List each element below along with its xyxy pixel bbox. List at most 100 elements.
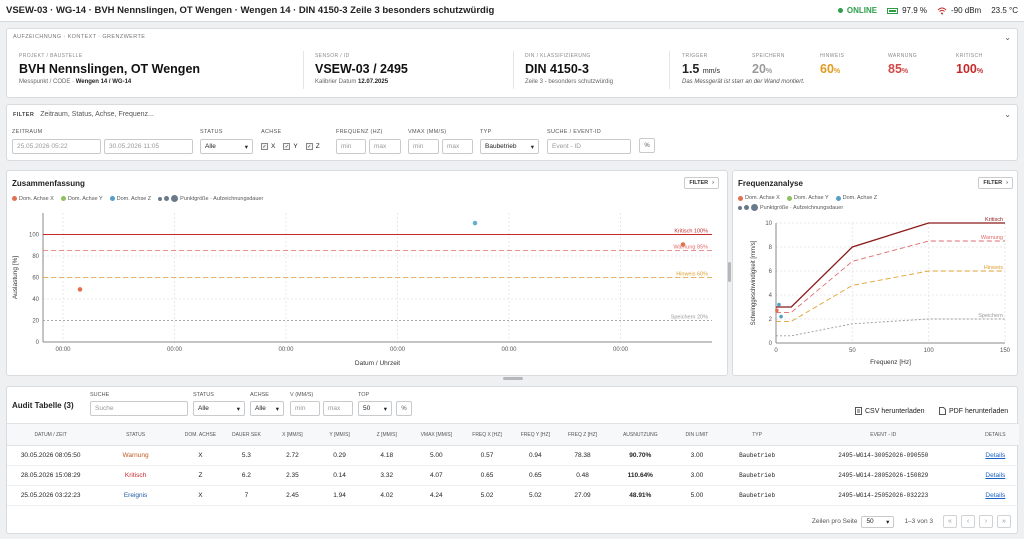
pdf-download-button[interactable]: PDF herunterladen [939,407,1008,415]
legend-item-z: Dom. Achse Z [835,195,877,201]
cell-din: 3.00 [674,445,720,466]
vertical-resize-handle[interactable] [728,262,731,282]
frequency-filter-button[interactable]: FILTER › [978,177,1013,189]
details-link[interactable]: Details [985,452,1005,459]
data-point [777,302,781,307]
din-block: DIN / KLASSIFIZIERUNG DIN 4150-3 Zeile 3… [525,53,613,85]
next-page-button[interactable]: › [979,515,993,528]
vmax-min-input[interactable]: min [408,139,439,154]
axis-z-checkbox[interactable]: ✓ Z [305,139,320,154]
x-tick-label: 0 [774,348,778,354]
details-link[interactable]: Details [985,492,1005,499]
table-body: 30.05.2026 08:05:50 Warnung X 5.3 2.72 0.29 4.… [7,445,1019,506]
online-label: ONLINE [846,6,878,15]
cell-vmax: 4.24 [410,485,463,506]
audit-search-input[interactable]: Suche [90,401,188,416]
cell-axis: Z [176,465,225,486]
axis-x-checkbox[interactable]: ✓ X [261,139,275,154]
battery-status: 97.9 % [887,6,927,15]
y-tick-label: 0 [36,340,40,346]
cell-aus: 110.64% [606,465,675,486]
x-tick-label: 00:00 [167,347,183,353]
audit-v-min-input[interactable]: min [290,401,320,416]
freq-min-input[interactable]: min [336,139,366,154]
speichern-value: 20 [752,62,766,76]
x-tick-label: 00:00 [390,347,406,353]
audit-panel: Audit Tabelle (3) SUCHE Suche STATUS Alle ▾… [6,386,1019,534]
collapse-chevron-icon[interactable]: ⌄ [1004,33,1011,42]
axis-y-checkbox[interactable]: ✓ Y [283,139,298,154]
status-select[interactable]: Alle ▾ [200,139,253,154]
audit-percent-button[interactable]: % [396,401,412,416]
size-dot-large-icon [751,204,758,211]
rows-per-page-value: 50 [866,518,874,525]
data-point [680,242,686,247]
signal-value: -90 dBm [950,6,982,15]
y-tick-label: 0 [769,341,773,347]
legend-label: Dom. Achse Y [793,195,829,201]
table-row[interactable]: 30.05.2026 08:05:50 Warnung X 5.3 2.72 0.29 4.… [7,445,1019,466]
sensor-sub: Kalibrier Datum 12.07.2025 [315,79,408,85]
cell-axis: X [176,445,225,466]
suche-group: SUCHE / EVENT-ID Event - ID [547,129,634,154]
filter-header[interactable]: FILTER Zeitraum, Status, Achse, Frequenz.… [13,111,154,118]
frequency-chart[interactable]: 0 50 100 150 0 2 4 6 8 10 Kritisch Warnung Hinweis Sp… [733,215,1017,375]
last-page-button[interactable]: » [997,515,1011,528]
axis-y-label: Y [293,143,298,150]
date-from-input[interactable]: 25.05.2026 05:22 [12,139,101,154]
context-header: AUFZEICHNUNG · KONTEXT · GRENZWERTE [13,34,146,40]
audit-axis-group: ACHSE Alle ▾ [250,392,284,416]
date-to-input[interactable]: 30.05.2026 11:05 [104,139,193,154]
sensor-value: VSEW-03 / 2495 [315,62,408,76]
chevron-down-icon: ▾ [244,143,248,151]
freq-max-input[interactable]: max [369,139,401,154]
mount-note: Das Messgerät ist starr an der Wand mont… [682,79,805,85]
collapse-chevron-icon[interactable]: ⌄ [1004,110,1011,119]
warnung-value: 85 [888,62,902,76]
trigger-value-wrap: 1.5 mm/s [682,62,720,76]
column-header: DIN LIMIT [674,423,720,446]
percent-toggle-group: % [639,138,655,153]
data-point [472,220,478,226]
cell-id: 2495-WG14-28052026-150829 [794,465,972,486]
typ-select[interactable]: Baubetrieb ▾ [480,139,539,154]
rows-per-page-select[interactable]: 50 ▾ [861,515,895,528]
warnung-value-wrap: 85% [888,62,917,76]
summary-chart[interactable]: 00:00 00:00 00:00 00:00 00:00 00:00 0 20 40 60 80 1… [7,205,727,375]
table-row[interactable]: 28.05.2026 15:08:29 Kritisch Z 6.2 2.35 0.14 3… [7,465,1019,486]
cell-fz: 78.38 [558,445,607,466]
audit-axis-value: Alle [255,405,266,412]
divider [303,51,304,89]
filter-label: FILTER [13,111,35,118]
table-row[interactable]: 25.05.2026 03:22:23 Ereignis X 7 2.45 1.94 4.0… [7,485,1019,506]
cell-din: 3.00 [674,465,720,486]
audit-top-select[interactable]: 50 ▾ [358,401,392,416]
summary-filter-button[interactable]: FILTER › [684,177,719,189]
audit-v-max-input[interactable]: max [323,401,353,416]
first-page-button[interactable]: « [943,515,957,528]
chevron-right-icon: › [712,180,714,186]
horizontal-resize-handle[interactable] [503,377,523,380]
csv-download-button[interactable]: CSV herunterladen [855,407,925,415]
prev-page-button[interactable]: ‹ [961,515,975,528]
y-tick-label: 40 [32,297,39,303]
vmax-max-input[interactable]: max [442,139,473,154]
y-tick-label: 2 [769,317,773,323]
details-link[interactable]: Details [985,472,1005,479]
data-point [77,287,83,292]
percent-toggle-button[interactable]: % [639,138,655,153]
audit-axis-select[interactable]: Alle ▾ [250,401,284,416]
event-id-input[interactable]: Event - ID [547,139,631,154]
csv-download-label: CSV herunterladen [865,407,925,415]
cell-z: 4.02 [363,485,411,506]
cell-fy: 0.65 [511,465,559,486]
cell-status: Ereignis [94,485,177,506]
speichern-block: SPEICHERN 20% [752,53,785,76]
x-tick-label: 00:00 [55,347,71,353]
window-title: VSEW-03 · WG-14 · BVH Nennslingen, OT We… [6,5,495,16]
cell-din: 5.00 [674,485,720,506]
column-header: STATUS [94,423,177,446]
audit-status-select[interactable]: Alle ▾ [193,401,245,416]
audit-top-group: TOP 50 ▾% [358,392,412,416]
frequency-legend: Dom. Achse X Dom. Achse Y Dom. Achse Z P… [738,195,938,211]
